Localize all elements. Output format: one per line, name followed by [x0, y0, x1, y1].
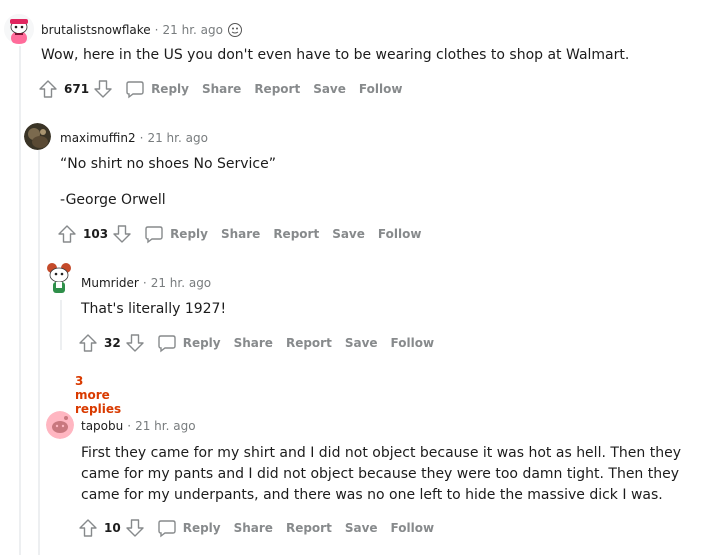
- reply-button[interactable]: Reply: [144, 224, 208, 244]
- separator-dot: ·: [139, 131, 144, 145]
- vote-score: 671: [64, 82, 90, 96]
- comment-body: Wow, here in the US you don't even have …: [41, 45, 691, 66]
- comment-actions: 10 Reply Share Report Save Follow: [78, 516, 434, 540]
- timestamp[interactable]: 21 hr. ago: [151, 276, 211, 290]
- reply-label: Reply: [182, 336, 221, 350]
- downvote-icon[interactable]: [125, 333, 145, 353]
- reply-button[interactable]: Reply: [125, 79, 189, 99]
- comment-paragraph: -George Orwell: [60, 192, 166, 208]
- comment-meta: tapobu · 21 hr. ago: [81, 419, 196, 433]
- comment-paragraph: Wow, here in the US you don't even have …: [41, 47, 630, 63]
- comment-bubble-icon: [145, 226, 163, 244]
- comment-body: “No shirt no shoes No Service” -George O…: [60, 154, 680, 211]
- share-button[interactable]: Share: [221, 227, 260, 241]
- user-photo-avatar[interactable]: [24, 123, 51, 150]
- upvote-icon[interactable]: [57, 224, 77, 244]
- comment-actions: 32 Reply Share Report Save Follow: [78, 331, 434, 355]
- share-button[interactable]: Share: [234, 336, 273, 350]
- snoo-avatar-icon[interactable]: [4, 14, 34, 44]
- comment-actions: 671 Reply Share Report Save Follow: [38, 77, 402, 101]
- comment-body: That's literally 1927!: [81, 299, 681, 320]
- upvote-icon[interactable]: [78, 333, 98, 353]
- comment-paragraph: First they came for my shirt and I did n…: [81, 445, 681, 503]
- separator-dot: ·: [154, 23, 159, 37]
- report-button[interactable]: Report: [286, 336, 332, 350]
- thread-line[interactable]: [38, 150, 40, 555]
- author-name[interactable]: maximuffin2: [60, 131, 136, 145]
- save-button[interactable]: Save: [332, 227, 365, 241]
- downvote-icon[interactable]: [112, 224, 132, 244]
- save-button[interactable]: Save: [345, 336, 378, 350]
- comment-bubble-icon: [126, 81, 144, 99]
- report-button[interactable]: Report: [273, 227, 319, 241]
- timestamp[interactable]: 21 hr. ago: [147, 131, 207, 145]
- comment-body: First they came for my shirt and I did n…: [81, 443, 701, 506]
- comment-bubble-icon: [158, 520, 176, 538]
- save-button[interactable]: Save: [345, 521, 378, 535]
- share-button[interactable]: Share: [234, 521, 273, 535]
- follow-button[interactable]: Follow: [391, 521, 435, 535]
- reply-button[interactable]: Reply: [157, 518, 221, 538]
- reply-button[interactable]: Reply: [157, 333, 221, 353]
- upvote-icon[interactable]: [78, 518, 98, 538]
- share-button[interactable]: Share: [202, 82, 241, 96]
- upvote-icon[interactable]: [38, 79, 58, 99]
- timestamp[interactable]: 21 hr. ago: [163, 23, 223, 37]
- thread-line[interactable]: [60, 300, 62, 350]
- thread-line[interactable]: [19, 46, 21, 555]
- comment-paragraph: “No shirt no shoes No Service”: [60, 156, 276, 172]
- follow-button[interactable]: Follow: [391, 336, 435, 350]
- save-button[interactable]: Save: [313, 82, 346, 96]
- emoji-icon: [227, 22, 243, 38]
- comment-meta: maximuffin2 · 21 hr. ago: [60, 131, 208, 145]
- vote-score: 103: [83, 227, 109, 241]
- comment-actions: 103 Reply Share Report Save Follow: [57, 222, 421, 246]
- reply-label: Reply: [170, 227, 208, 241]
- snoo-avatar-icon[interactable]: [44, 260, 74, 296]
- downvote-icon[interactable]: [125, 518, 145, 538]
- comment-bubble-icon: [158, 335, 176, 353]
- vote-score: 10: [104, 521, 121, 535]
- comment-paragraph: That's literally 1927!: [81, 301, 227, 317]
- comment-meta: brutalistsnowflake · 21 hr. ago: [41, 22, 243, 38]
- default-snoo-avatar-icon[interactable]: [46, 411, 74, 439]
- reply-label: Reply: [182, 521, 221, 535]
- vote-score: 32: [104, 336, 121, 350]
- follow-button[interactable]: Follow: [378, 227, 422, 241]
- report-button[interactable]: Report: [286, 521, 332, 535]
- author-name[interactable]: Mumrider: [81, 276, 139, 290]
- separator-dot: ·: [127, 419, 132, 433]
- separator-dot: ·: [142, 276, 147, 290]
- follow-button[interactable]: Follow: [359, 82, 403, 96]
- reply-label: Reply: [151, 82, 189, 96]
- timestamp[interactable]: 21 hr. ago: [135, 419, 195, 433]
- author-name[interactable]: tapobu: [81, 419, 123, 433]
- report-button[interactable]: Report: [254, 82, 300, 96]
- author-name[interactable]: brutalistsnowflake: [41, 23, 151, 37]
- more-replies-link[interactable]: 3 more replies: [75, 374, 121, 416]
- downvote-icon[interactable]: [93, 79, 113, 99]
- comment-meta: Mumrider · 21 hr. ago: [81, 276, 211, 290]
